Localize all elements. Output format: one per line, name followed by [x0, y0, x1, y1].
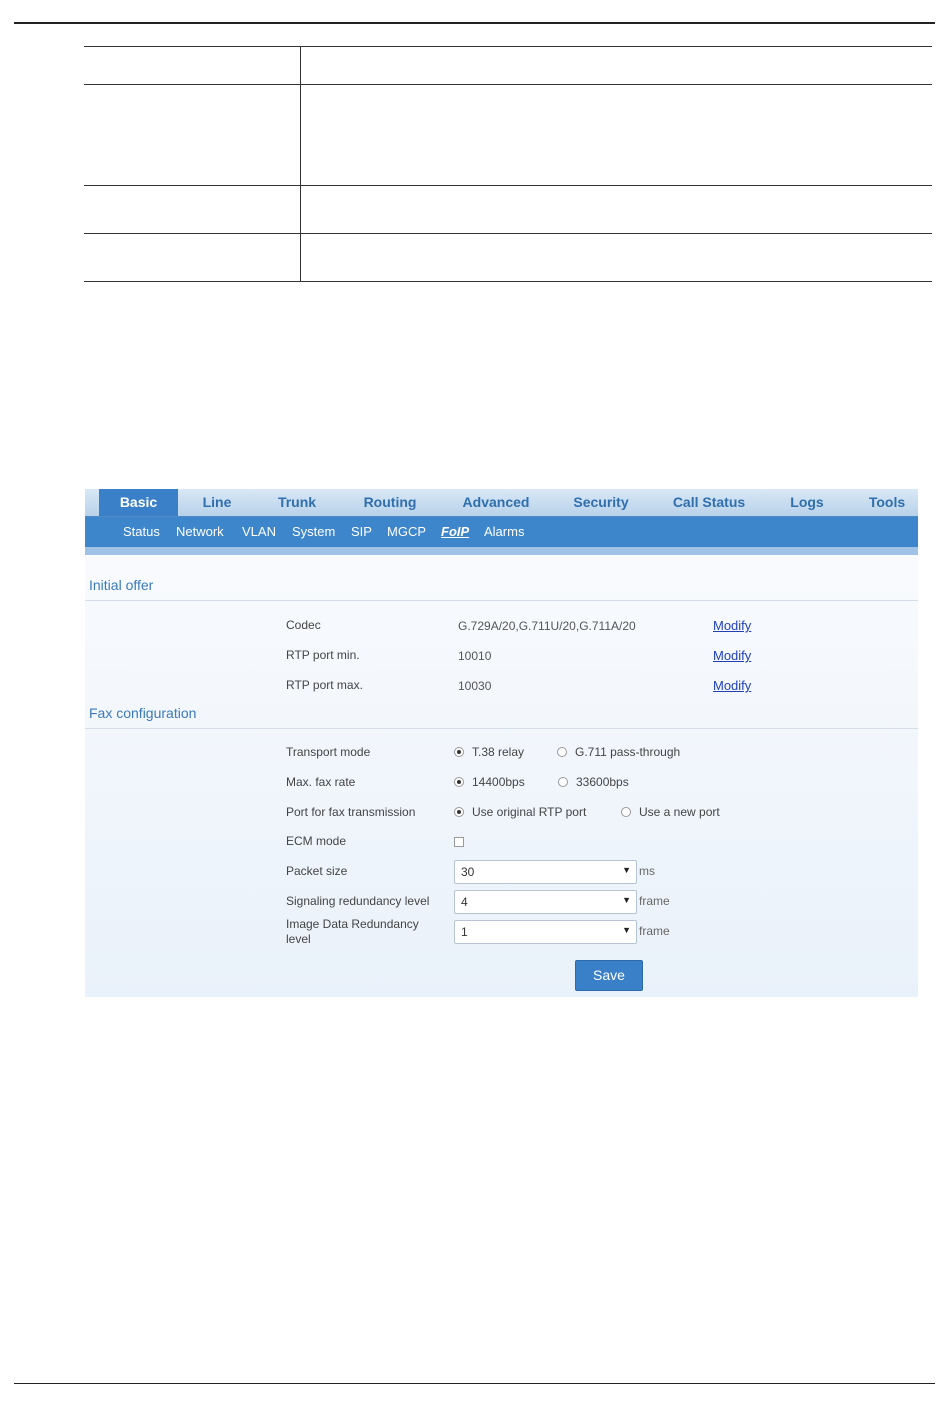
tab-security[interactable]: Security [561, 489, 641, 516]
select-value: 4 [461, 895, 468, 909]
tab-tools[interactable]: Tools [859, 489, 915, 516]
dropdown-arrow-icon: ▼ [622, 865, 631, 875]
subtab-status[interactable]: Status [123, 517, 160, 547]
ecm-mode-checkbox[interactable] [454, 837, 464, 847]
tab-call-status[interactable]: Call Status [665, 489, 753, 516]
subtab-network[interactable]: Network [176, 517, 224, 547]
section-title-initial-offer: Initial offer [89, 577, 154, 593]
tab-routing[interactable]: Routing [350, 489, 430, 516]
fax-rate-33600-radio[interactable]: 33600bps [558, 775, 629, 789]
transport-mode-g711-radio[interactable]: G.711 pass-through [557, 745, 680, 759]
rtp-port-min-label: RTP port min. [286, 648, 360, 662]
subtab-foip[interactable]: FoIP [441, 517, 469, 547]
table-cell [84, 233, 301, 282]
subtab-alarms[interactable]: Alarms [484, 517, 524, 547]
subtab-system[interactable]: System [292, 517, 335, 547]
signaling-redundancy-unit: frame [639, 894, 670, 908]
rtp-port-max-value: 10030 [458, 679, 492, 693]
dropdown-arrow-icon: ▼ [622, 895, 631, 905]
tab-basic[interactable]: Basic [99, 489, 178, 516]
rtp-port-max-modify-link[interactable]: Modify [713, 678, 751, 693]
rtp-port-min-value: 10010 [458, 649, 492, 663]
section-divider [85, 600, 918, 601]
rtp-port-max-label: RTP port max. [286, 678, 363, 692]
subtab-vlan[interactable]: VLAN [242, 517, 276, 547]
page-footer-rule [14, 1383, 935, 1384]
radio-unselected-icon [558, 777, 568, 787]
tab-line[interactable]: Line [187, 489, 247, 516]
fax-port-original-radio[interactable]: Use original RTP port [454, 805, 586, 819]
radio-selected-icon [454, 777, 464, 787]
tab-logs[interactable]: Logs [779, 489, 835, 516]
select-value: 1 [461, 925, 468, 939]
codec-value: G.729A/20,G.711U/20,G.711A/20 [458, 619, 636, 633]
table-cell [84, 46, 301, 85]
subnav-divider [85, 547, 918, 555]
image-redundancy-label: Image Data Redundancy level [286, 917, 419, 946]
table-cell [300, 185, 932, 234]
codec-label: Codec [286, 618, 321, 632]
transport-mode-label: Transport mode [286, 745, 371, 759]
radio-label: G.711 pass-through [575, 745, 681, 759]
main-nav: Basic Line Trunk Routing Advanced Securi… [85, 489, 918, 517]
image-redundancy-unit: frame [639, 924, 670, 938]
section-divider [85, 728, 918, 729]
transport-mode-t38-radio[interactable]: T.38 relay [454, 745, 524, 759]
tab-trunk[interactable]: Trunk [265, 489, 329, 516]
fax-port-new-radio[interactable]: Use a new port [621, 805, 720, 819]
signaling-redundancy-label: Signaling redundancy level [286, 894, 430, 908]
parameter-table [84, 46, 932, 282]
rtp-port-min-modify-link[interactable]: Modify [713, 648, 751, 663]
dropdown-arrow-icon: ▼ [622, 925, 631, 935]
packet-size-label: Packet size [286, 864, 348, 878]
section-title-fax-configuration: Fax configuration [89, 705, 197, 721]
radio-label: Use original RTP port [472, 805, 587, 819]
image-redundancy-select[interactable]: 1 ▼ [454, 920, 637, 944]
select-value: 30 [461, 865, 475, 879]
radio-selected-icon [454, 747, 464, 757]
radio-label: T.38 relay [472, 745, 525, 759]
table-row [84, 233, 932, 282]
subtab-sip[interactable]: SIP [351, 517, 372, 547]
max-fax-rate-label: Max. fax rate [286, 775, 356, 789]
table-row [84, 185, 932, 234]
table-row [84, 46, 932, 85]
foip-settings-screenshot: Basic Line Trunk Routing Advanced Securi… [85, 489, 918, 997]
radio-label: 33600bps [576, 775, 629, 789]
radio-label: Use a new port [639, 805, 720, 819]
codec-modify-link[interactable]: Modify [713, 618, 751, 633]
table-cell [300, 233, 932, 282]
radio-unselected-icon [557, 747, 567, 757]
save-button[interactable]: Save [575, 960, 643, 991]
radio-selected-icon [454, 807, 464, 817]
fax-rate-14400-radio[interactable]: 14400bps [454, 775, 525, 789]
table-cell [300, 46, 932, 85]
ecm-mode-label: ECM mode [286, 834, 347, 848]
packet-size-select[interactable]: 30 ▼ [454, 860, 637, 884]
table-cell [300, 84, 932, 186]
table-cell [84, 84, 301, 186]
packet-size-unit: ms [639, 864, 655, 878]
table-row [84, 84, 932, 186]
signaling-redundancy-select[interactable]: 4 ▼ [454, 890, 637, 914]
page-header-rule [14, 22, 935, 24]
radio-unselected-icon [621, 807, 631, 817]
table-cell [84, 185, 301, 234]
tab-advanced[interactable]: Advanced [450, 489, 542, 516]
sub-nav: Status Network VLAN System SIP MGCP FoIP… [85, 517, 918, 547]
subtab-mgcp[interactable]: MGCP [387, 517, 426, 547]
fax-port-label: Port for fax transmission [286, 805, 416, 819]
radio-label: 14400bps [472, 775, 525, 789]
